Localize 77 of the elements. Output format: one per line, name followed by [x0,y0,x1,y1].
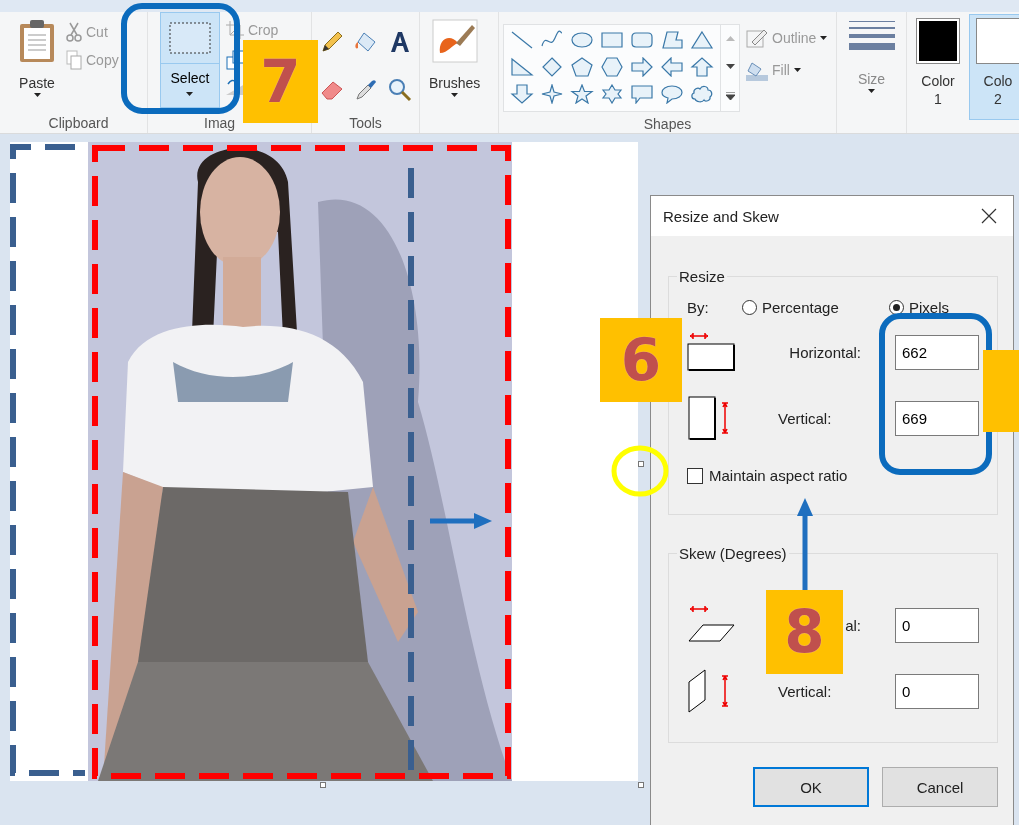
number-field[interactable]: 0 [895,607,979,643]
number-field[interactable]: 0 [895,673,979,709]
color-button[interactable]: Colo 2 [969,14,1019,120]
caret-icon [868,89,875,93]
speech-bubble-icon[interactable] [630,84,654,104]
group-title: Skew (Degrees) [678,545,788,562]
rectangle-icon[interactable] [600,30,624,50]
selection-icon [169,22,211,54]
right-arrow-icon[interactable] [630,57,654,77]
step-badge: 6 [600,318,682,402]
step-badge: 8 [766,590,843,674]
group-label: Shapes [642,115,693,133]
paint-bucket-icon[interactable] [354,30,378,54]
group-label: Clipboard [47,114,110,133]
scroll-down-icon[interactable] [725,64,735,69]
close-icon [981,208,997,224]
color-button[interactable]: Color 1 [909,14,967,120]
dropdown-caret-icon [793,68,801,72]
dialog-button[interactable]: Cancel [882,767,998,807]
caret-icon [451,93,459,97]
checkbox[interactable] [687,467,703,484]
right-triangle-icon[interactable] [510,57,534,77]
scissors-icon [66,22,82,42]
left-arrow-icon[interactable] [660,57,684,77]
group-title: Resize [678,268,726,285]
pencil-icon[interactable] [320,30,344,54]
oval-icon[interactable] [570,30,594,50]
dialog-title: Resize and Skew [663,207,779,225]
pencil-outline-icon [746,28,768,48]
brushes-button[interactable]: Brushes [424,16,486,111]
by-label: By: [687,298,710,316]
number-field[interactable]: 662 [895,334,979,370]
cloud-bubble-icon[interactable] [690,84,714,104]
diamond-icon[interactable] [540,57,564,77]
dialog-button[interactable]: OK [753,767,869,807]
text-icon[interactable] [388,30,412,54]
field-label: Vertical: [778,409,833,427]
paste-button[interactable]: Paste [14,16,60,111]
magnifier-icon[interactable] [388,77,412,102]
radio-option[interactable]: Pixels [889,298,979,316]
resize-handle[interactable] [320,782,326,788]
crop-icon [226,21,244,39]
down-arrow-icon[interactable] [510,84,534,104]
expand-icon[interactable] [725,91,735,100]
highlight-circle [611,445,669,497]
group-label: Tools [348,114,383,133]
color-picker-icon[interactable] [354,77,378,102]
radio-option[interactable]: Percentage [742,298,889,316]
caret-icon [33,93,41,97]
field-label: Horizontal: [788,343,861,361]
skew-horizontal-icon [687,605,737,645]
resize-horizontal-icon [687,332,737,372]
six-point-star-icon[interactable] [600,84,624,104]
number-field[interactable]: 669 [895,400,979,436]
oval-bubble-icon[interactable] [660,84,684,104]
field-label: al: [844,616,861,634]
brush-icon [431,19,478,63]
triangle-icon[interactable] [690,30,714,50]
up-arrow-icon[interactable] [690,57,714,77]
select-button[interactable]: Select [160,12,220,108]
four-point-star-icon[interactable] [540,84,564,104]
line-icon[interactable] [510,30,534,50]
group-label: Imag [204,115,236,131]
pentagon-icon[interactable] [570,57,594,77]
direction-arrow [430,513,492,529]
polygon-icon[interactable] [660,30,684,50]
step-badge: 7 [243,40,318,123]
resize-handle[interactable] [638,461,644,467]
hexagon-icon[interactable] [600,57,624,77]
five-point-star-icon[interactable] [570,84,594,104]
checkbox-label: Maintain aspect ratio [709,467,848,484]
clipboard-icon [19,19,55,63]
dropdown-caret-icon [820,36,828,40]
caret-icon [186,92,194,96]
field-label: Vertical: [778,682,833,700]
copy-icon [66,50,82,70]
resize-handle[interactable] [638,782,644,788]
